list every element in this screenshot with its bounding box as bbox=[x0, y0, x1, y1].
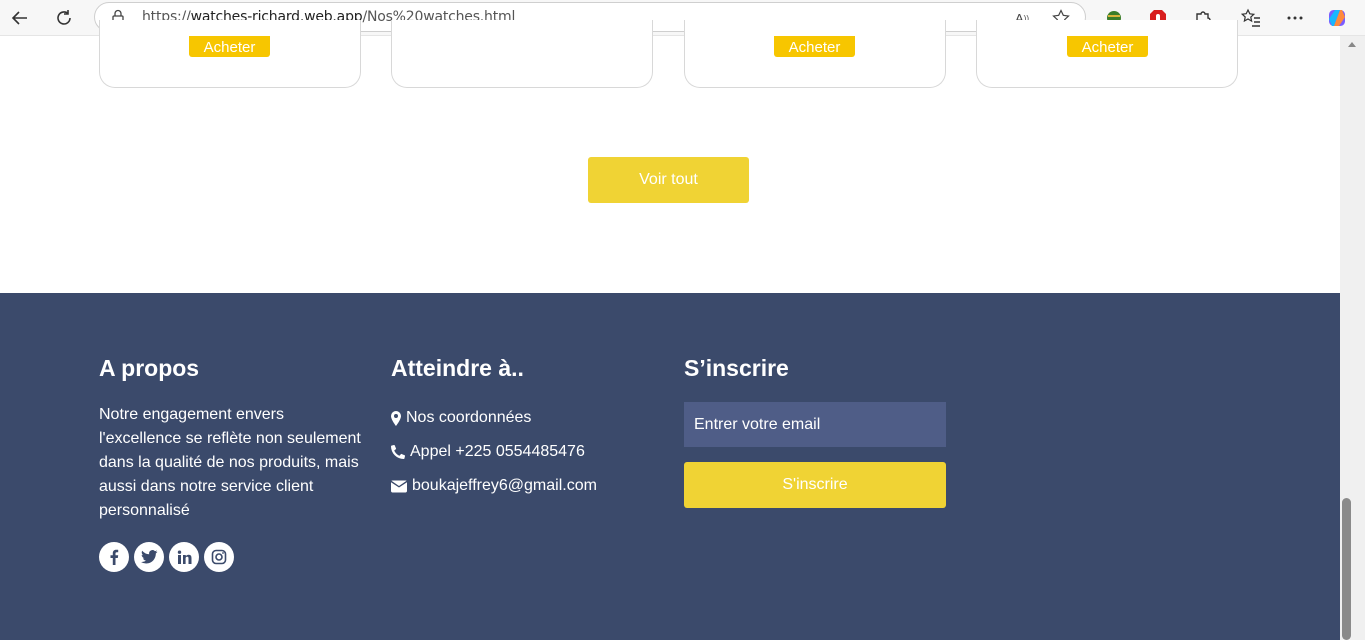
reach-title: Atteindre à.. bbox=[391, 355, 524, 381]
contact-email[interactable]: boukajeffrey6@gmail.com bbox=[391, 477, 597, 495]
linkedin-icon[interactable] bbox=[169, 542, 199, 572]
subscribe-button[interactable]: S'inscrire bbox=[684, 462, 946, 508]
twitter-icon[interactable] bbox=[134, 542, 164, 572]
email-field[interactable] bbox=[684, 402, 946, 447]
scrollbar-thumb[interactable] bbox=[1342, 498, 1351, 640]
voir-tout-button[interactable]: Voir tout bbox=[588, 157, 749, 203]
contact-email-label: boukajeffrey6@gmail.com bbox=[412, 477, 597, 494]
contact-phone-label: Appel +225 0554485476 bbox=[410, 443, 585, 460]
more-options-icon[interactable] bbox=[1283, 6, 1307, 30]
subscribe-title: S’inscrire bbox=[684, 355, 789, 381]
facebook-icon[interactable] bbox=[99, 542, 129, 572]
buy-button[interactable]: Acheter bbox=[1067, 36, 1148, 57]
contact-phone[interactable]: Appel +225 0554485476 bbox=[391, 443, 585, 461]
refresh-icon[interactable] bbox=[50, 4, 78, 32]
contact-coords-label: Nos coordonnées bbox=[406, 409, 532, 426]
product-card bbox=[391, 20, 653, 88]
envelope-icon bbox=[391, 479, 407, 492]
buy-button[interactable]: Acheter bbox=[774, 36, 855, 57]
scroll-up-icon[interactable] bbox=[1348, 42, 1356, 47]
about-title: A propos bbox=[99, 355, 200, 381]
about-text: Notre engagement envers l'excellence se … bbox=[99, 406, 361, 519]
map-marker-icon bbox=[391, 410, 401, 426]
buy-button[interactable]: Acheter bbox=[189, 36, 270, 57]
phone-icon bbox=[391, 445, 405, 459]
favorites-list-icon[interactable] bbox=[1239, 6, 1263, 30]
back-arrow-icon[interactable] bbox=[6, 4, 34, 32]
instagram-icon[interactable] bbox=[204, 542, 234, 572]
copilot-icon[interactable] bbox=[1325, 6, 1349, 30]
contact-coords[interactable]: Nos coordonnées bbox=[391, 409, 531, 427]
